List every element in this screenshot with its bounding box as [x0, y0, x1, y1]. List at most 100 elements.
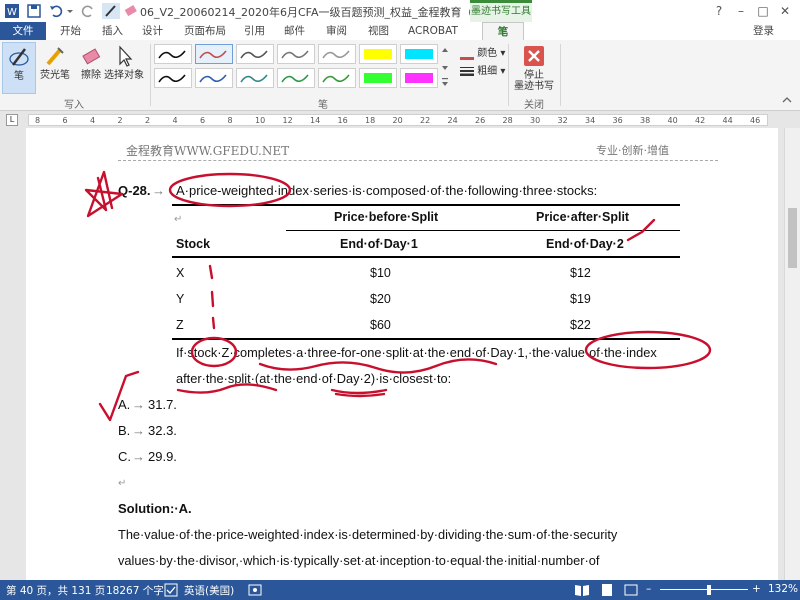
ruler-number: 4: [172, 116, 178, 125]
highlighter-swatch[interactable]: [400, 68, 438, 88]
redo-icon[interactable]: [80, 3, 96, 19]
select-arrow-icon: [112, 44, 136, 68]
ribbon-separator: [150, 44, 151, 106]
ruler-number: 10: [255, 116, 266, 125]
color-label: 颜色: [477, 48, 498, 59]
ruler-number: 32: [557, 116, 568, 125]
macro-icon[interactable]: [248, 583, 262, 597]
proofing-icon[interactable]: [164, 583, 178, 597]
tab-file[interactable]: 文件: [0, 22, 46, 40]
ruler-number: 8: [227, 116, 233, 125]
ruler-number: 22: [420, 116, 431, 125]
tab-page-layout[interactable]: 页面布局: [176, 22, 234, 40]
svg-text:W: W: [7, 7, 17, 18]
ink-circle-stock-z: [190, 336, 238, 368]
pen-icon: [7, 45, 31, 69]
close-window-button[interactable]: ✕: [774, 2, 796, 20]
vertical-scrollbar[interactable]: [784, 128, 800, 580]
zoom-out-button[interactable]: –: [646, 583, 651, 595]
weight-dropdown[interactable]: 粗细 ▾: [460, 62, 505, 77]
pen-swatch[interactable]: [318, 44, 356, 64]
ruler-number: 34: [585, 116, 596, 125]
tab-home[interactable]: 开始: [52, 22, 89, 40]
highlighter-swatch[interactable]: [359, 68, 397, 88]
read-mode-icon[interactable]: [574, 583, 590, 597]
web-layout-icon[interactable]: [624, 583, 638, 597]
tab-stop-selector[interactable]: L: [6, 114, 18, 126]
pen-button-label: 笔: [14, 71, 24, 82]
scroll-thumb[interactable]: [788, 208, 797, 268]
tab-review[interactable]: 审阅: [318, 22, 355, 40]
pens-group-label: 笔: [318, 100, 328, 111]
pen-button[interactable]: 笔: [2, 42, 36, 94]
ink-annotations[interactable]: [26, 128, 778, 580]
ink-star: [84, 170, 124, 218]
highlighter-button-label: 荧光笔: [40, 70, 70, 81]
ruler-number: 42: [695, 116, 706, 125]
stop-inking-button[interactable]: 停止 墨迹书写: [512, 42, 556, 94]
pen-swatch[interactable]: [277, 44, 315, 64]
ruler-number: 6: [62, 116, 68, 125]
zoom-slider-thumb[interactable]: [707, 585, 711, 595]
select-objects-button[interactable]: 选择对象: [102, 42, 146, 94]
page-count[interactable]: 第 40 页，共 131 页: [6, 583, 105, 598]
stop-inking-label-2: 墨迹书写: [514, 81, 554, 92]
tab-design[interactable]: 设计: [134, 22, 171, 40]
title-bar: W 06_V2_20060214_2020年6月CFA一级百题预测_权益_金程教…: [0, 0, 800, 22]
tab-pen[interactable]: 笔: [482, 22, 524, 42]
highlighter-swatch[interactable]: [400, 44, 438, 64]
ribbon-separator: [508, 44, 509, 106]
highlighter-button[interactable]: 荧光笔: [36, 42, 74, 94]
word-count[interactable]: 18267 个字: [106, 583, 164, 598]
tab-mailings[interactable]: 邮件: [276, 22, 313, 40]
login-link[interactable]: 登录: [753, 22, 774, 40]
tab-view[interactable]: 视图: [360, 22, 397, 40]
ink-tools-badge: 墨迹书写工具: [470, 0, 532, 22]
ruler-number: 20: [392, 116, 403, 125]
weight-label: 粗细: [477, 66, 498, 77]
help-button[interactable]: ?: [708, 2, 730, 20]
eraser-qat-icon[interactable]: [124, 3, 138, 19]
ruler-number: 8: [35, 116, 41, 125]
tab-insert[interactable]: 插入: [94, 22, 131, 40]
ink-underline-day2: [330, 388, 388, 395]
close-icon: [522, 44, 546, 68]
pen-swatch[interactable]: [236, 68, 274, 88]
ink-underline-split: [258, 358, 498, 374]
undo-icon[interactable]: [48, 3, 64, 19]
undo-dropdown-icon[interactable]: [66, 3, 74, 19]
gallery-scroll[interactable]: [440, 44, 450, 90]
save-icon[interactable]: [26, 3, 42, 19]
maximize-button[interactable]: □: [752, 2, 774, 20]
document-page[interactable]: 金程教育WWW.GFEDU.NET 专业·创新·增值 Q-28. → A·pri…: [26, 128, 778, 580]
zoom-in-button[interactable]: +: [752, 583, 761, 595]
pen-swatch[interactable]: [195, 44, 233, 64]
ruler-number: 36: [612, 116, 623, 125]
pen-swatch[interactable]: [195, 68, 233, 88]
pen-swatch[interactable]: [236, 44, 274, 64]
horizontal-ruler[interactable]: L 8 6 4 2 2 4 6 8 10 12 14 16 18 20 22 24 26 28 30 32 34 36 38…: [0, 112, 800, 128]
pen-swatch[interactable]: [277, 68, 315, 88]
ink-circle-price-weighted: [168, 172, 292, 208]
ruler-number: 18: [365, 116, 376, 125]
zoom-slider-track[interactable]: [660, 589, 748, 590]
ruler-number: 26: [475, 116, 486, 125]
zoom-level[interactable]: 132%: [768, 583, 798, 595]
document-area[interactable]: 金程教育WWW.GFEDU.NET 专业·创新·增值 Q-28. → A·pri…: [0, 128, 784, 580]
pen-swatch[interactable]: [154, 44, 192, 64]
highlighter-swatch[interactable]: [359, 44, 397, 64]
collapse-ribbon-icon[interactable]: [782, 96, 792, 104]
language[interactable]: 英语(美国): [184, 583, 234, 598]
close-group-label: 关闭: [524, 100, 544, 111]
tab-references[interactable]: 引用: [236, 22, 273, 40]
minimize-button[interactable]: –: [730, 2, 752, 20]
pen-swatch[interactable]: [154, 68, 192, 88]
tab-acrobat[interactable]: ACROBAT: [400, 22, 466, 40]
color-dropdown[interactable]: 颜色 ▾: [460, 44, 505, 60]
pen-mode-icon[interactable]: [102, 3, 120, 19]
print-layout-icon[interactable]: [600, 583, 614, 597]
pen-swatch[interactable]: [318, 68, 356, 88]
ruler-number: 6: [200, 116, 206, 125]
color-swatch-icon: [460, 47, 474, 60]
ruler-number: 4: [90, 116, 96, 125]
